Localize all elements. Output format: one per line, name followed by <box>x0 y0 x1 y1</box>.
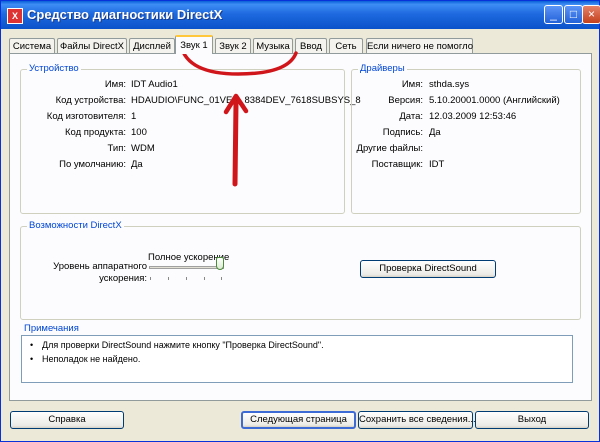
save-all-info-button[interactable]: Сохранить все сведения... <box>358 411 476 429</box>
product-id-label: Код продукта: <box>64 127 126 138</box>
driver-row: Подпись: Да <box>352 127 580 141</box>
device-row: Код устройства: HDAUDIO\FUNC_01VEN_8384D… <box>21 95 361 109</box>
note-item: • Неполадок не найдено. <box>30 354 141 364</box>
driver-signed-label: Подпись: <box>382 127 423 138</box>
title-bar[interactable]: X Средство диагностики DirectX _ □ × <box>1 1 600 29</box>
driver-row: Версия: 5.10.20001.0000 (Английский) <box>352 95 580 109</box>
slider-tick <box>186 277 187 280</box>
tab-sound-1[interactable]: Звук 1 <box>175 35 213 54</box>
device-row: Код изготовителя: 1 <box>21 111 341 125</box>
note-item-text: Для проверки DirectSound нажмите кнопку … <box>42 340 324 350</box>
product-id-value: 100 <box>131 127 147 138</box>
device-row: Код продукта: 100 <box>21 127 341 141</box>
hw-accel-label-line1: Уровень аппаратного <box>53 261 147 272</box>
help-button[interactable]: Справка <box>10 411 124 429</box>
notes-box[interactable]: • Для проверки DirectSound нажмите кнопку… <box>21 335 573 383</box>
default-device-value: Да <box>131 159 143 170</box>
maximize-button[interactable]: □ <box>564 5 583 24</box>
directx-app-icon: X <box>7 8 23 24</box>
drivers-group: Драйверы Имя: sthda.sys Версия: 5.10.200… <box>351 63 581 214</box>
slider-tick <box>168 277 169 280</box>
slider-tick <box>221 277 222 280</box>
manufacturer-id-value: 1 <box>131 111 137 122</box>
driver-name-label: Имя: <box>401 79 423 90</box>
device-row: По умолчанию: Да <box>21 159 341 173</box>
hw-accel-slider-track[interactable] <box>149 266 224 269</box>
hw-accel-label-line2: ускорения: <box>99 273 147 284</box>
device-group: Устройство Имя: IDT Audio1 Код устройств… <box>20 63 361 214</box>
default-device-label: По умолчанию: <box>59 159 126 170</box>
next-page-button[interactable]: Следующая страница <box>241 411 356 429</box>
tab-display[interactable]: Дисплей <box>129 38 175 53</box>
tab-music[interactable]: Музыка <box>253 38 293 53</box>
test-directsound-button[interactable]: Проверка DirectSound <box>360 260 496 278</box>
device-group-title: Устройство <box>27 63 81 74</box>
type-label: Тип: <box>107 143 126 154</box>
driver-row: Поставщик: IDT <box>352 159 580 173</box>
driver-version-label: Версия: <box>388 95 423 106</box>
driver-row: Другие файлы: <box>352 143 580 157</box>
slider-tick <box>150 277 151 280</box>
manufacturer-id-label: Код изготовителя: <box>46 111 126 122</box>
hw-accel-label: Уровень аппаратного ускорения: <box>25 261 147 285</box>
device-name-value: IDT Audio1 <box>131 79 178 90</box>
drivers-group-title: Драйверы <box>358 63 407 74</box>
device-name-label: Имя: <box>104 79 126 90</box>
driver-date-value: 12.03.2009 12:53:46 <box>429 111 517 122</box>
exit-button[interactable]: Выход <box>475 411 589 429</box>
hw-accel-slider-thumb[interactable] <box>216 257 224 270</box>
type-value: WDM <box>131 143 155 154</box>
provider-value: IDT <box>429 159 445 170</box>
device-id-value: HDAUDIO\FUNC_01VEN_8384DEV_7618SUBSYS_8 <box>131 95 361 106</box>
driver-row: Имя: sthda.sys <box>352 79 580 93</box>
device-row: Тип: WDM <box>21 143 341 157</box>
tab-network[interactable]: Сеть <box>329 38 363 53</box>
driver-version-value: 5.10.20001.0000 (Английский) <box>429 95 560 106</box>
tab-system[interactable]: Система <box>9 38 55 53</box>
driver-date-label: Дата: <box>399 111 423 122</box>
tab-sound-2[interactable]: Звук 2 <box>215 38 251 53</box>
close-button[interactable]: × <box>582 5 600 24</box>
driver-name-value: sthda.sys <box>429 79 470 90</box>
window-title: Средство диагностики DirectX <box>27 7 223 22</box>
note-item: • Для проверки DirectSound нажмите кнопку… <box>30 340 324 350</box>
directx-features-group: Возможности DirectX Уровень аппаратного … <box>20 220 581 320</box>
slider-tick <box>204 277 205 280</box>
notes-group-title: Примечания <box>22 323 81 334</box>
dxdiag-window: X Средство диагностики DirectX _ □ × Сис… <box>0 0 600 442</box>
sound-tab-panel: Устройство Имя: IDT Audio1 Код устройств… <box>9 53 592 401</box>
tab-more-help[interactable]: Если ничего не помогло <box>366 38 473 53</box>
directx-features-title: Возможности DirectX <box>27 220 124 231</box>
note-item-text: Неполадок не найдено. <box>42 354 141 364</box>
other-files-label: Другие файлы: <box>356 143 423 154</box>
tab-directx-files[interactable]: Файлы DirectX <box>57 38 127 53</box>
minimize-button[interactable]: _ <box>544 5 563 24</box>
driver-signed-value: Да <box>429 127 441 138</box>
device-id-label: Код устройства: <box>55 95 126 106</box>
tab-input[interactable]: Ввод <box>295 38 327 53</box>
device-row: Имя: IDT Audio1 <box>21 79 341 93</box>
provider-label: Поставщик: <box>371 159 423 170</box>
driver-row: Дата: 12.03.2009 12:53:46 <box>352 111 580 125</box>
